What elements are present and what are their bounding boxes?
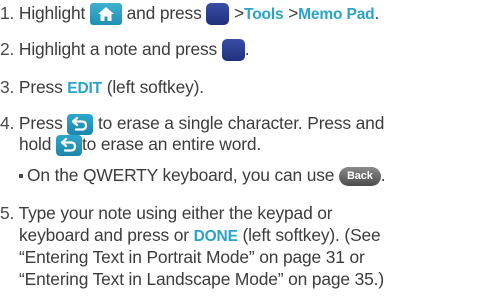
step-text: . [374, 3, 380, 23]
step-text: “Entering Text in Landscape Mode” on pag… [19, 269, 384, 289]
back-arrow-icon [67, 113, 94, 135]
step-text: (left softkey). (See [242, 225, 381, 245]
step-5-line-4: “Entering Text in Landscape Mode” on pag… [19, 268, 384, 290]
step-text: . [380, 165, 386, 185]
step-5-line-2: keyboard and press or DONE (left softkey… [19, 224, 381, 248]
step-text: (left softkey). [106, 77, 204, 97]
back-key-icon: Back [339, 166, 381, 186]
step-text: “Entering Text in Portrait Mode” on page… [19, 247, 365, 267]
separator: > [288, 3, 299, 23]
step-number: 2. [0, 39, 15, 59]
step-number: 1. [0, 3, 15, 23]
home-icon [89, 3, 122, 26]
menu-path-memo-pad: Memo Pad [298, 6, 375, 23]
step-2: 2. Highlight a note and press . [0, 38, 250, 62]
step-text: Highlight [18, 3, 86, 23]
step-text: On the QWERTY keyboard, you can use [27, 165, 335, 185]
step-5: 5. Type your note using either the keypa… [0, 202, 333, 224]
step-number: 3. [0, 77, 15, 97]
step-text: keyboard and press or [19, 225, 189, 245]
step-number: 5. [0, 203, 15, 223]
step-text: and press [126, 3, 202, 23]
step-text: to erase an entire word. [81, 134, 262, 154]
sub-bullet: On the QWERTY keyboard, you can use Back… [19, 164, 386, 186]
center-key-icon [206, 3, 230, 26]
step-4: 4. Press to erase a single character. Pr… [0, 112, 384, 135]
step-text: Press [18, 77, 63, 97]
softkey-done: DONE [193, 228, 238, 245]
center-key-icon [221, 39, 245, 62]
step-text: to erase a single character. Press and [97, 113, 385, 133]
bullet-marker [19, 174, 23, 179]
step-text: hold [19, 134, 52, 154]
step-4-continued: hold to erase an entire word. [19, 133, 261, 156]
menu-path-tools: Tools [244, 6, 284, 23]
step-number: 4. [0, 113, 15, 133]
step-text: Press [18, 113, 63, 133]
back-arrow-icon [55, 134, 82, 156]
step-text: Highlight a note and press [18, 39, 218, 59]
softkey-edit: EDIT [67, 80, 103, 97]
step-5-line-3: “Entering Text in Portrait Mode” on page… [19, 246, 365, 268]
step-text: Type your note using either the keypad o… [18, 203, 333, 223]
step-3: 3. Press EDIT (left softkey). [0, 76, 204, 100]
separator: > [234, 3, 245, 23]
step-1: 1. Highlight and press >Tools >Memo Pad. [0, 2, 379, 26]
step-text: . [244, 39, 250, 59]
